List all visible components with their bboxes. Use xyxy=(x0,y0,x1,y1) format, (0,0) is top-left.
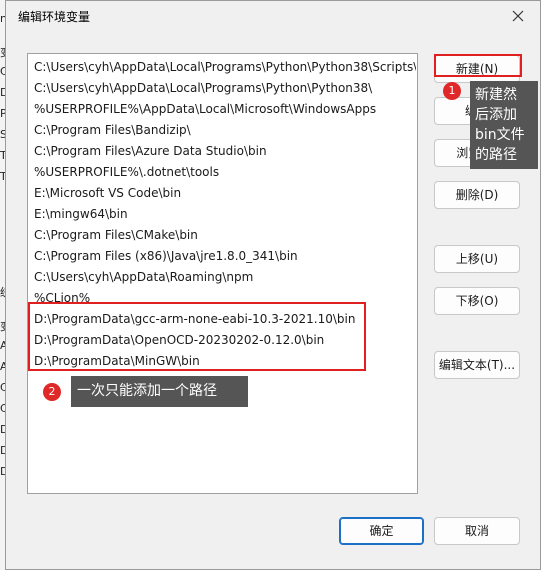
list-item[interactable]: E:\mingw64\bin xyxy=(34,204,416,224)
delete-button[interactable]: 删除(D) xyxy=(434,181,520,209)
list-item[interactable]: C:\Program Files\Bandizip\ xyxy=(34,120,416,140)
list-item[interactable]: %USERPROFILE%\AppData\Local\Microsoft\Wi… xyxy=(34,99,416,119)
new-button[interactable]: 新建(N) xyxy=(434,55,520,83)
list-item[interactable]: D:\ProgramData\OpenOCD-20230202-0.12.0\b… xyxy=(34,330,416,350)
move-down-button[interactable]: 下移(O) xyxy=(434,287,520,315)
edit-text-button[interactable]: 编辑文本(T)... xyxy=(434,351,520,379)
list-item[interactable]: %USERPROFILE%\.dotnet\tools xyxy=(34,162,416,182)
callout-1-line: bin文件 xyxy=(475,127,525,143)
callout-1-line: 后添加 xyxy=(475,107,517,123)
list-item[interactable]: C:\Users\cyh\AppData\Roaming\npm xyxy=(34,267,416,287)
path-list[interactable]: C:\Users\cyh\AppData\Local\Programs\Pyth… xyxy=(27,53,418,494)
list-item[interactable]: D:\ProgramData\MinGW\bin xyxy=(34,351,416,371)
list-item[interactable]: D:\ProgramData\gcc-arm-none-eabi-10.3-20… xyxy=(34,309,416,329)
callout-1-line: 新建然 xyxy=(475,87,517,103)
title-bar[interactable]: 编辑环境变量 xyxy=(6,1,540,31)
callout-1-badge: 1 xyxy=(443,82,461,100)
callout-1: 新建然 后添加 bin文件 的路径 xyxy=(470,81,538,169)
list-item[interactable]: %CLion% xyxy=(34,288,416,308)
callout-2-badge: 2 xyxy=(43,383,61,401)
edit-env-var-dialog: 编辑环境变量 C:\Users\cyh\AppData\Local\Progra… xyxy=(5,0,541,570)
list-item[interactable]: C:\Users\cyh\AppData\Local\Programs\Pyth… xyxy=(34,78,416,98)
ok-button[interactable]: 确定 xyxy=(339,517,424,545)
list-item[interactable]: E:\Microsoft VS Code\bin xyxy=(34,183,416,203)
move-up-button[interactable]: 上移(U) xyxy=(434,245,520,273)
close-button[interactable] xyxy=(504,4,532,28)
cancel-button[interactable]: 取消 xyxy=(434,517,520,545)
list-item[interactable]: C:\Users\cyh\AppData\Local\Programs\Pyth… xyxy=(34,57,416,77)
list-item[interactable]: C:\Program Files\Azure Data Studio\bin xyxy=(34,141,416,161)
callout-2: 一次只能添加一个路径 xyxy=(71,376,248,407)
callout-1-line: 的路径 xyxy=(475,147,517,163)
dialog-title: 编辑环境变量 xyxy=(18,10,91,24)
close-icon xyxy=(512,10,524,22)
list-item[interactable]: C:\Program Files (x86)\Java\jre1.8.0_341… xyxy=(34,246,416,266)
list-item[interactable]: C:\Program Files\CMake\bin xyxy=(34,225,416,245)
